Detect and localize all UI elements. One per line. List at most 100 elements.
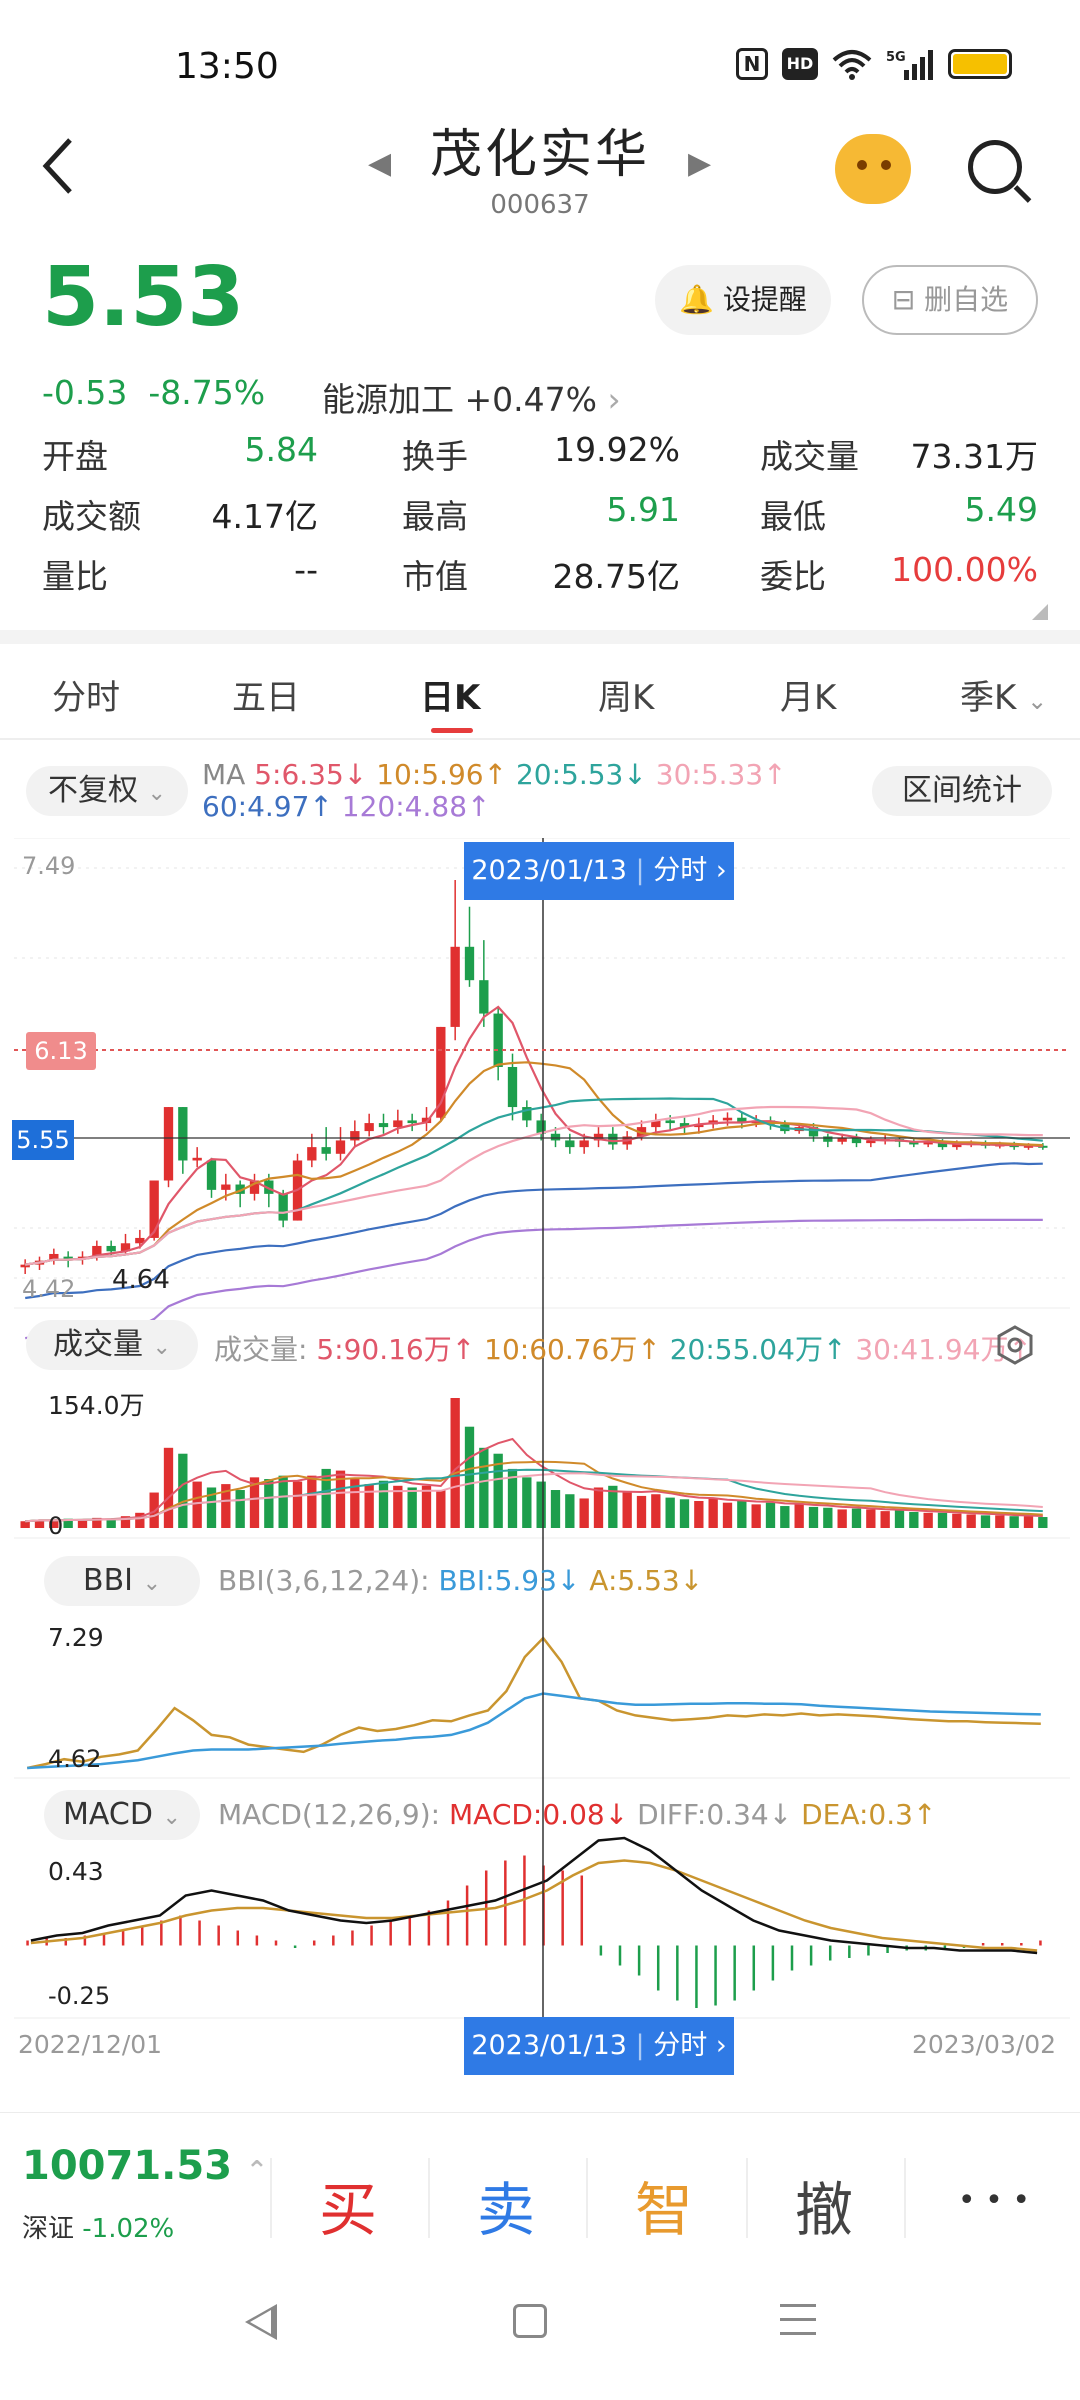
ma-prefix: MA — [202, 758, 246, 791]
chevron-up-icon: ⌃ — [245, 2156, 268, 2186]
volume-bar — [880, 1511, 890, 1528]
wifi-icon — [832, 50, 872, 80]
bbi-value: BBI:5.93↓ — [438, 1564, 581, 1597]
set-alert-button[interactable]: 🔔 设提醒 — [655, 265, 831, 335]
bbi-lines — [14, 1636, 1070, 1779]
volume-bar — [980, 1515, 991, 1528]
vol-ma5: 5:90.16万↑ — [316, 1333, 476, 1366]
volume-bar — [995, 1515, 1005, 1528]
stat-label: 开盘 — [42, 437, 108, 476]
change-value: -0.53 — [42, 373, 128, 412]
volume-y-max: 154.0万 — [48, 1391, 145, 1420]
volume-bar — [192, 1481, 202, 1528]
macd-diff: DIFF:0.34↓ — [637, 1798, 793, 1831]
volume-bar — [1038, 1517, 1048, 1528]
stat-value: 19.92% — [554, 430, 680, 469]
set-alert-label: 设提醒 — [722, 283, 807, 316]
adjust-dropdown[interactable]: 不复权 ⌄ — [26, 766, 188, 816]
macd-dea: DEA:0.3↑ — [801, 1798, 937, 1831]
volume-bar — [737, 1500, 747, 1528]
candle-body — [579, 1140, 589, 1148]
bbi-line — [27, 1692, 1041, 1770]
tab-daily-k[interactable]: 日K — [420, 670, 480, 719]
ma120-value: 120:4.88↑ — [341, 790, 491, 823]
tab-intraday[interactable]: 分时 — [52, 670, 120, 719]
expand-corner-icon[interactable] — [1032, 604, 1048, 620]
volume-bar — [378, 1480, 389, 1528]
ma10-value: 10:5.96↑ — [376, 758, 508, 791]
stat-label: 量比 — [42, 557, 108, 596]
nav-menu-icon[interactable] — [780, 2304, 816, 2346]
volume-bar — [565, 1494, 575, 1528]
candle-body — [192, 1157, 202, 1161]
volume-bar — [307, 1475, 317, 1528]
active-tab-indicator — [431, 728, 473, 733]
volume-bar — [952, 1513, 962, 1528]
tab-monthly-k[interactable]: 月K — [780, 670, 836, 719]
volume-bar — [479, 1447, 489, 1528]
macd-y-min: -0.25 — [48, 1982, 111, 2010]
sector-link[interactable]: 能源加工 +0.47% › — [322, 373, 621, 421]
tab-quarterly-label: 季K — [960, 678, 1017, 718]
volume-dropdown[interactable]: 成交量 ⌄ — [26, 1320, 198, 1370]
index-value-text: 10071.53 — [22, 2143, 233, 2189]
remove-watchlist-button[interactable]: ⊟ 删自选 — [862, 265, 1038, 335]
sell-button[interactable]: 卖 — [426, 2163, 586, 2247]
range-stats-button[interactable]: 区间统计 — [872, 766, 1052, 816]
volume-bar — [722, 1502, 733, 1528]
volume-bar — [522, 1477, 532, 1528]
candle-body — [350, 1131, 360, 1141]
minus-box-icon: ⊟ — [891, 283, 916, 316]
cursor-date-tag[interactable]: 2023/01/13 | 分时 › — [464, 842, 734, 900]
volume-bar — [966, 1514, 976, 1528]
bell-icon: 🔔 — [679, 283, 714, 316]
volume-bar — [1023, 1516, 1034, 1528]
volume-bar — [780, 1506, 790, 1528]
volume-bar — [694, 1500, 704, 1528]
network-type: 5G — [886, 50, 906, 65]
bbi-dropdown[interactable]: BBI ⌄ — [44, 1556, 200, 1606]
search-icon[interactable] — [968, 140, 1022, 194]
bbi-y-max: 7.29 — [48, 1623, 104, 1652]
x-axis-start: 2022/12/01 — [18, 2030, 163, 2059]
stat-value: 28.75亿 — [552, 557, 680, 596]
adjust-label: 不复权 — [48, 773, 138, 808]
settings-hex-icon[interactable] — [994, 1324, 1036, 1366]
candle-body — [407, 1120, 417, 1124]
volume-bar — [464, 1426, 475, 1528]
candle-body — [163, 1107, 174, 1181]
volume-ma-line — [25, 1468, 1043, 1523]
chevron-down-icon: ⌄ — [1027, 687, 1048, 715]
smart-button[interactable]: 智 — [584, 2163, 744, 2247]
stat-label: 换手 — [402, 437, 468, 476]
tag-separator: | — [635, 855, 645, 886]
tab-five-day[interactable]: 五日 — [232, 670, 300, 719]
buy-button[interactable]: 买 — [268, 2163, 428, 2247]
candle-body — [335, 1140, 346, 1154]
cancel-order-button[interactable]: 撤 — [744, 2163, 904, 2247]
mascot-icon[interactable] — [835, 134, 911, 204]
cursor-date-tag-bottom[interactable]: 2023/01/13 | 分时 › — [464, 2017, 734, 2075]
stat-value: 73.31万 — [910, 437, 1038, 476]
candle-body — [464, 946, 475, 981]
volume-bar — [808, 1506, 819, 1528]
volume-bar — [665, 1497, 675, 1528]
kline-chart-area[interactable] — [0, 838, 1080, 2078]
volume-bar — [751, 1504, 761, 1528]
next-stock-button[interactable]: ▶ — [688, 146, 711, 181]
index-value[interactable]: 10071.53 ⌃ — [22, 2143, 268, 2189]
volume-ma-line — [25, 1472, 1043, 1523]
nav-back-icon[interactable] — [245, 2304, 277, 2340]
candle-body — [450, 946, 460, 1027]
system-nav-bar — [0, 2282, 1080, 2400]
macd-dropdown[interactable]: MACD ⌄ — [44, 1790, 200, 1840]
nav-home-icon[interactable] — [513, 2304, 547, 2338]
tag-separator: | — [635, 2030, 645, 2061]
ma30-value: 30:5.33↑ — [655, 758, 787, 791]
volume-bar — [837, 1509, 847, 1528]
index-label: 深证 -1.02% — [22, 2208, 174, 2245]
volume-bar — [407, 1487, 417, 1528]
tab-weekly-k[interactable]: 周K — [598, 670, 654, 719]
more-button[interactable]: • • • — [914, 2183, 1074, 2218]
tab-quarterly-k[interactable]: 季K ⌄ — [960, 670, 1047, 719]
